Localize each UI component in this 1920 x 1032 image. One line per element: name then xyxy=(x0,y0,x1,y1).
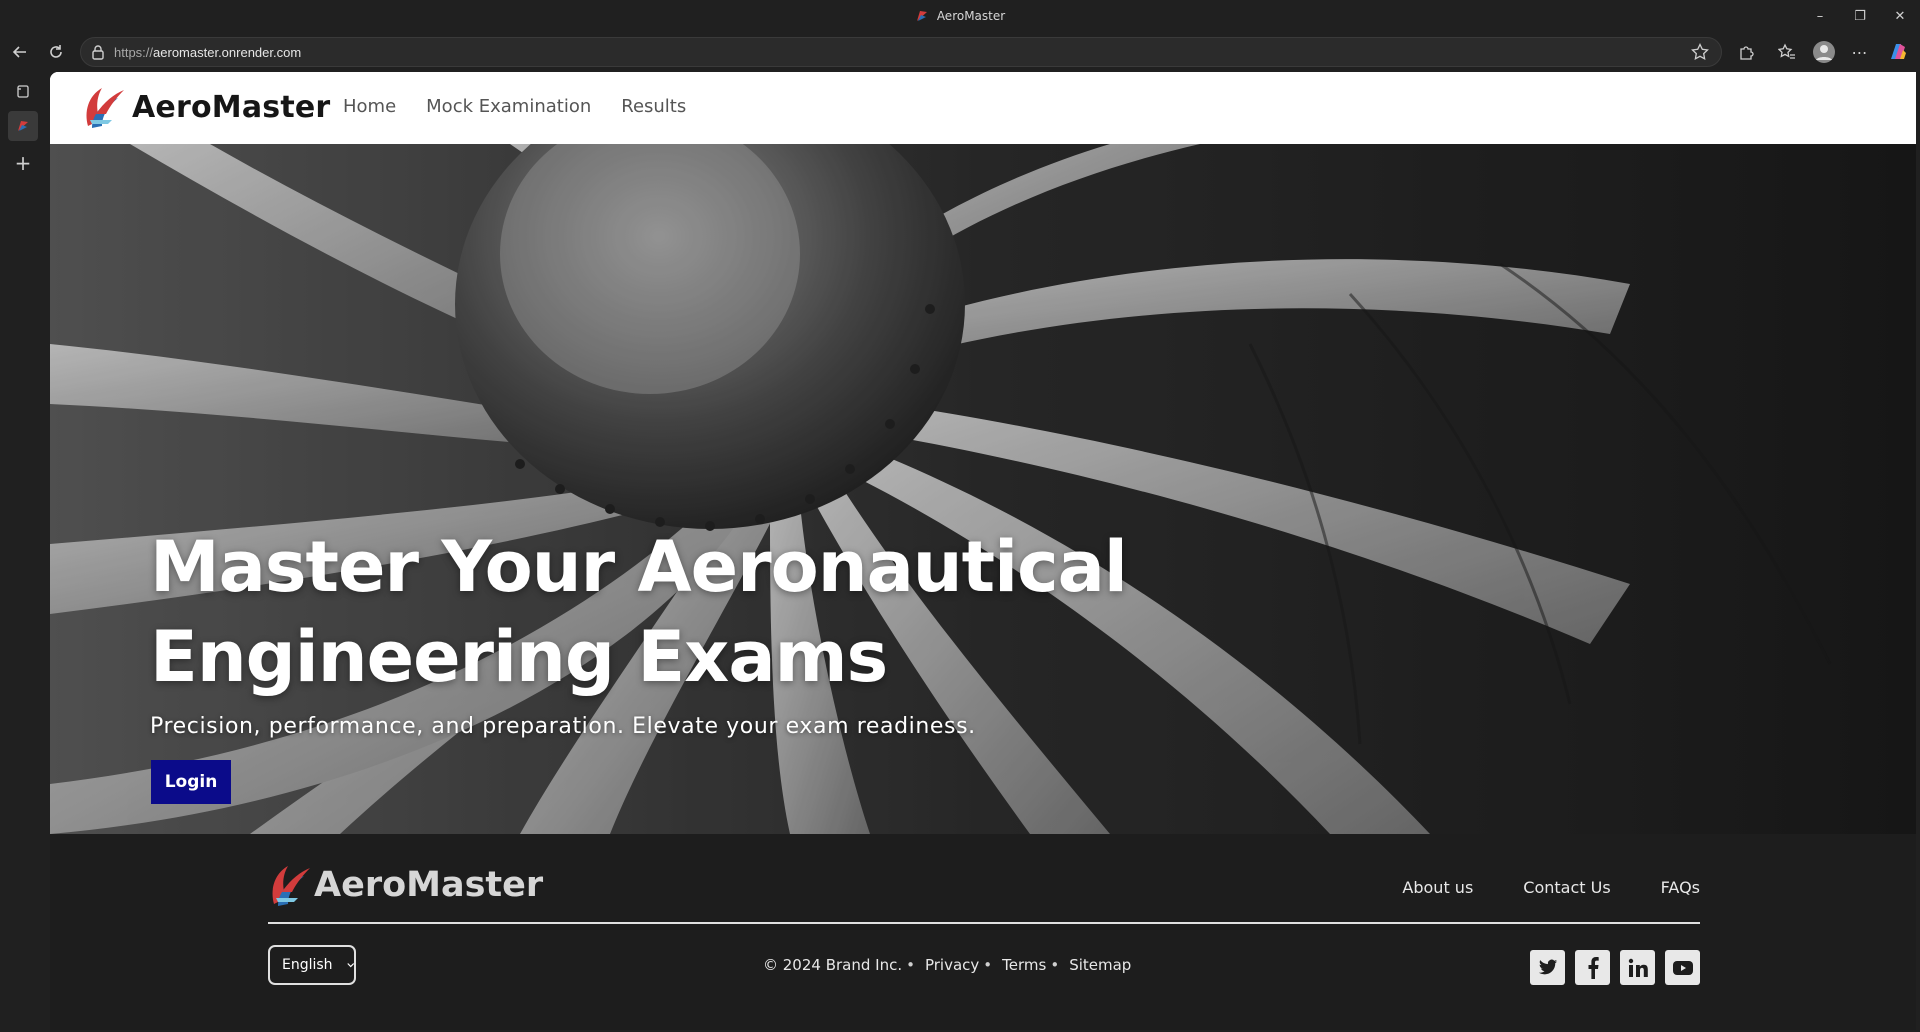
profile-button[interactable] xyxy=(1810,38,1838,66)
hero-title-line1: Master Your Aeronautical xyxy=(150,526,1128,608)
extensions-button[interactable] xyxy=(1733,38,1761,66)
url-protocol: https:// xyxy=(114,45,154,60)
tabs-icon xyxy=(17,85,29,98)
active-vertical-tab[interactable] xyxy=(8,111,38,141)
aeromaster-logo-icon xyxy=(272,866,310,906)
legal-link-sitemap[interactable]: Sitemap xyxy=(1069,956,1131,974)
lock-icon xyxy=(92,45,104,60)
puzzle-icon xyxy=(1740,46,1754,60)
primary-nav: Home Mock Examination Results xyxy=(343,96,686,117)
close-window-button[interactable]: ✕ xyxy=(1880,0,1920,32)
reload-button[interactable] xyxy=(42,38,70,66)
youtube-icon[interactable] xyxy=(1665,950,1700,985)
more-dots-icon: ⋯ xyxy=(1851,42,1869,62)
login-button[interactable]: Login xyxy=(151,760,231,804)
minimize-button[interactable]: – xyxy=(1800,0,1840,32)
facebook-icon[interactable] xyxy=(1575,950,1610,985)
separator-dot: • xyxy=(906,956,915,974)
tab-actions-button[interactable] xyxy=(8,76,38,106)
social-links xyxy=(1530,950,1700,985)
navbar-brand[interactable]: AeroMaster xyxy=(82,84,330,130)
avatar-icon xyxy=(1813,41,1835,63)
legal-link-terms[interactable]: Terms xyxy=(1002,956,1046,974)
nav-link-mock-examination[interactable]: Mock Examination xyxy=(426,96,591,117)
linkedin-icon[interactable] xyxy=(1620,950,1655,985)
browser-toolbar: https://aeromaster.onrender.com ⋯ xyxy=(0,32,1920,72)
language-select[interactable]: English xyxy=(268,945,356,985)
page-viewport: AeroMaster Home Mock Examination Results xyxy=(50,72,1916,1030)
aeromaster-logo-icon xyxy=(86,88,124,128)
footer-divider xyxy=(268,922,1700,924)
footer-brand-name: AeroMaster xyxy=(314,865,544,905)
nav-link-results[interactable]: Results xyxy=(621,96,686,117)
back-arrow-icon xyxy=(12,46,26,58)
plus-icon: + xyxy=(14,151,32,175)
hero-subtitle: Precision, performance, and preparation.… xyxy=(150,714,976,739)
window-title: AeroMaster xyxy=(936,9,1006,23)
window-title-area: AeroMaster xyxy=(0,0,1920,32)
footer-link-about[interactable]: About us xyxy=(1402,878,1473,897)
url-host: aeromaster.onrender.com xyxy=(153,45,302,60)
favorites-icon xyxy=(1778,43,1795,59)
favorite-star-icon[interactable] xyxy=(1691,43,1709,61)
language-value: English xyxy=(282,957,333,973)
copilot-icon xyxy=(1891,44,1906,59)
footer-brand[interactable]: AeroMaster xyxy=(268,858,543,912)
new-tab-button[interactable]: + xyxy=(8,148,38,178)
tab-favicon-icon xyxy=(18,121,28,131)
hero-title-line2: Engineering Exams xyxy=(150,616,888,698)
back-button[interactable] xyxy=(6,38,34,66)
restore-button[interactable]: ❐ xyxy=(1840,0,1880,32)
site-navbar: AeroMaster Home Mock Examination Results xyxy=(50,72,1916,144)
address-bar[interactable]: https://aeromaster.onrender.com xyxy=(80,37,1722,67)
tab-favicon-icon xyxy=(916,11,927,21)
favorites-button[interactable] xyxy=(1773,38,1801,66)
copyright-text: © 2024 Brand Inc. xyxy=(763,956,903,974)
url-text[interactable]: https://aeromaster.onrender.com xyxy=(114,45,301,60)
footer-link-faqs[interactable]: FAQs xyxy=(1661,878,1700,897)
settings-menu-button[interactable]: ⋯ xyxy=(1846,38,1874,66)
separator-dot: • xyxy=(1050,956,1060,974)
hero-title: Master Your Aeronautical Engineering Exa… xyxy=(150,522,1350,702)
legal-link-privacy[interactable]: Privacy xyxy=(925,956,979,974)
legal-links: © 2024 Brand Inc. • Privacy • Terms • Si… xyxy=(763,956,1131,974)
hero-section: Master Your Aeronautical Engineering Exa… xyxy=(50,144,1916,834)
reload-icon xyxy=(50,45,62,58)
site-footer: AeroMaster About us Contact Us FAQs Engl… xyxy=(50,834,1916,1030)
copilot-button[interactable] xyxy=(1884,38,1912,66)
footer-link-contact[interactable]: Contact Us xyxy=(1523,878,1610,897)
browser-side-rail: + xyxy=(0,72,50,1032)
separator-dot: • xyxy=(983,956,993,974)
twitter-icon[interactable] xyxy=(1530,950,1565,985)
footer-links: About us Contact Us FAQs xyxy=(1402,878,1700,897)
nav-link-home[interactable]: Home xyxy=(343,96,396,117)
brand-name: AeroMaster xyxy=(132,89,331,125)
window-title-bar: AeroMaster – ❐ ✕ xyxy=(0,0,1920,32)
chevron-down-icon xyxy=(346,963,354,968)
